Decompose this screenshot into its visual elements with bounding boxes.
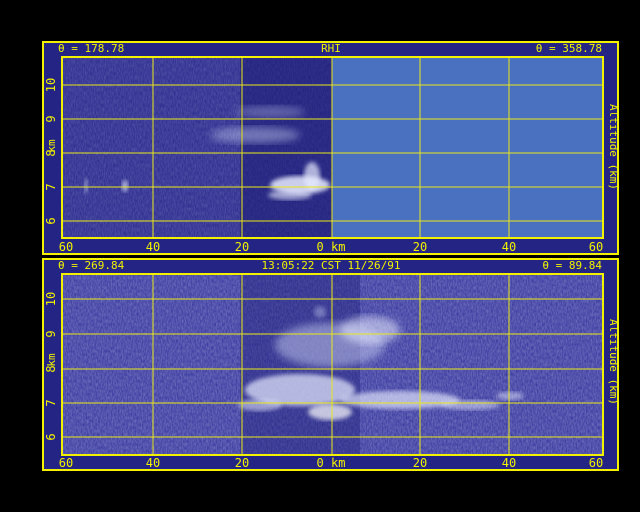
bottom-x-tick: 40 — [502, 456, 516, 470]
bottom-right-angle: θ = 89.84 — [542, 259, 602, 272]
bottom-y-tick: 10 — [44, 292, 58, 306]
top-y-tick: 7 — [44, 183, 58, 190]
top-plot-no-data-region — [332, 57, 603, 238]
bottom-x-tick: 40 — [146, 456, 160, 470]
top-y-axis-title: Altitude (km) — [607, 104, 620, 190]
top-left-angle: θ = 178.78 — [58, 42, 124, 55]
top-title: RHI — [321, 42, 341, 55]
top-y-unit: km — [45, 139, 58, 153]
top-y-tick: 10 — [44, 78, 58, 92]
bottom-left-angle: θ = 269.84 — [58, 259, 125, 272]
bottom-y-tick: 6 — [44, 433, 58, 440]
bottom-timestamp: 13:05:22 CST 11/26/91 — [261, 259, 400, 272]
bottom-x-tick: 0 km — [317, 456, 346, 470]
bottom-x-tick: 60 — [59, 456, 73, 470]
top-x-tick: 0 km — [317, 240, 346, 254]
top-right-angle: θ = 358.78 — [536, 42, 602, 55]
top-x-tick: 60 — [589, 240, 603, 254]
bottom-y-tick: 9 — [44, 330, 58, 337]
top-x-tick: 40 — [502, 240, 516, 254]
bottom-x-tick: 60 — [589, 456, 603, 470]
rhi-display: θ = 178.78 RHI θ = 358.78 60 40 20 0 km … — [0, 0, 640, 512]
bottom-y-unit: km — [45, 353, 58, 367]
top-x-tick: 20 — [413, 240, 427, 254]
top-x-tick: 40 — [146, 240, 160, 254]
bottom-x-tick: 20 — [235, 456, 249, 470]
bottom-y-tick: 7 — [44, 399, 58, 406]
top-y-tick: 9 — [44, 115, 58, 122]
top-x-tick: 60 — [59, 240, 73, 254]
top-x-tick: 20 — [235, 240, 249, 254]
bottom-panel: θ = 269.84 13:05:22 CST 11/26/91 θ = 89.… — [42, 258, 620, 471]
bottom-x-tick: 20 — [413, 456, 427, 470]
top-panel: θ = 178.78 RHI θ = 358.78 60 40 20 0 km … — [42, 41, 620, 255]
top-y-tick: 6 — [44, 217, 58, 224]
bottom-y-axis-title: Altitude (km) — [607, 319, 620, 405]
rhi-figure: θ = 178.78 RHI θ = 358.78 60 40 20 0 km … — [42, 41, 620, 471]
